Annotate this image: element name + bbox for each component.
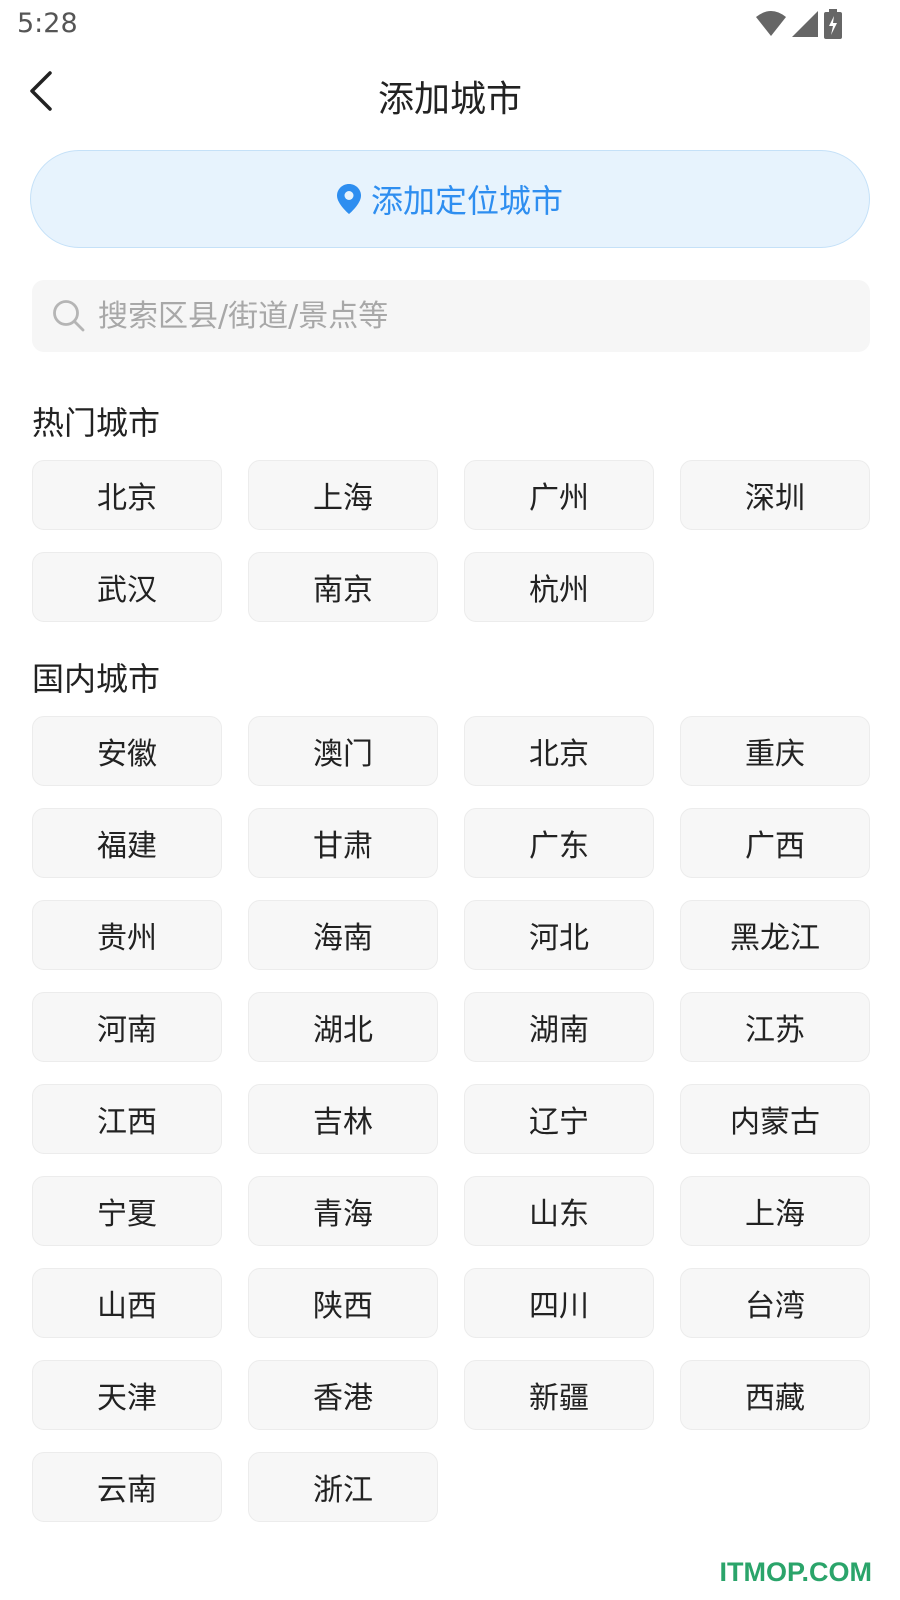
city-chip[interactable]: 河南 [32,992,222,1062]
city-chip[interactable]: 福建 [32,808,222,878]
city-chip[interactable]: 江苏 [680,992,870,1062]
city-chip[interactable]: 内蒙古 [680,1084,870,1154]
city-chip[interactable]: 上海 [248,460,438,530]
city-chip[interactable]: 天津 [32,1360,222,1430]
city-chip[interactable]: 澳门 [248,716,438,786]
city-chip[interactable]: 贵州 [32,900,222,970]
city-chip[interactable]: 上海 [680,1176,870,1246]
status-icons [756,9,842,39]
app-header: 添加城市 [0,55,900,127]
domestic-cities-grid: 安徽 澳门 北京 重庆福建 甘肃 广东 广西贵州 海南 河北 黑龙江河南 湖北 湖南 江苏江西 吉林 辽宁内… [32,716,872,1522]
city-chip[interactable]: 北京 [32,460,222,530]
city-chip[interactable]: 北京 [464,716,654,786]
city-chip[interactable]: 台湾 [680,1268,870,1338]
city-chip[interactable]: 海南 [248,900,438,970]
location-pin-icon [336,184,361,214]
city-chip[interactable]: 安徽 [32,716,222,786]
battery-charging-icon [824,9,842,39]
city-chip[interactable]: 杭州 [464,552,654,622]
city-chip[interactable]: 西藏 [680,1360,870,1430]
signal-icon [792,11,818,37]
city-chip[interactable]: 湖南 [464,992,654,1062]
city-chip[interactable]: 湖北 [248,992,438,1062]
city-chip[interactable]: 甘肃 [248,808,438,878]
add-location-city-button[interactable]: 添加定位城市 [30,150,870,248]
status-time: 5:28 [17,8,78,39]
city-chip[interactable]: 南京 [248,552,438,622]
hot-cities-grid: 北京 上海 广州 深圳武汉 南京 杭州 [32,460,872,622]
city-chip[interactable]: 江西 [32,1084,222,1154]
city-chip[interactable]: 山西 [32,1268,222,1338]
city-chip[interactable]: 武汉 [32,552,222,622]
city-chip[interactable]: 吉林 [248,1084,438,1154]
domestic-cities-title: 国内城市 [32,660,161,698]
city-chip[interactable]: 四川 [464,1268,654,1338]
city-chip[interactable]: 浙江 [248,1452,438,1522]
city-chip[interactable]: 陕西 [248,1268,438,1338]
city-chip[interactable]: 广州 [464,460,654,530]
city-chip[interactable]: 辽宁 [464,1084,654,1154]
watermark: ITMOP.COM [719,1557,872,1587]
city-chip[interactable]: 广西 [680,808,870,878]
city-chip[interactable]: 深圳 [680,460,870,530]
city-chip[interactable]: 新疆 [464,1360,654,1430]
city-chip[interactable]: 宁夏 [32,1176,222,1246]
city-chip[interactable]: 青海 [248,1176,438,1246]
search-input[interactable] [96,297,870,335]
search-bar[interactable] [32,280,870,352]
page-title: 添加城市 [377,79,522,120]
city-chip[interactable]: 云南 [32,1452,222,1522]
city-chip[interactable]: 重庆 [680,716,870,786]
status-bar: 5:28 [0,0,900,50]
city-chip[interactable]: 香港 [248,1360,438,1430]
wifi-icon [756,11,786,36]
search-icon [53,300,85,332]
city-chip[interactable]: 河北 [464,900,654,970]
city-chip[interactable]: 广东 [464,808,654,878]
hot-cities-title: 热门城市 [32,404,161,442]
city-chip[interactable]: 黑龙江 [680,900,870,970]
add-location-city-label: 添加定位城市 [370,182,563,220]
city-chip[interactable]: 山东 [464,1176,654,1246]
